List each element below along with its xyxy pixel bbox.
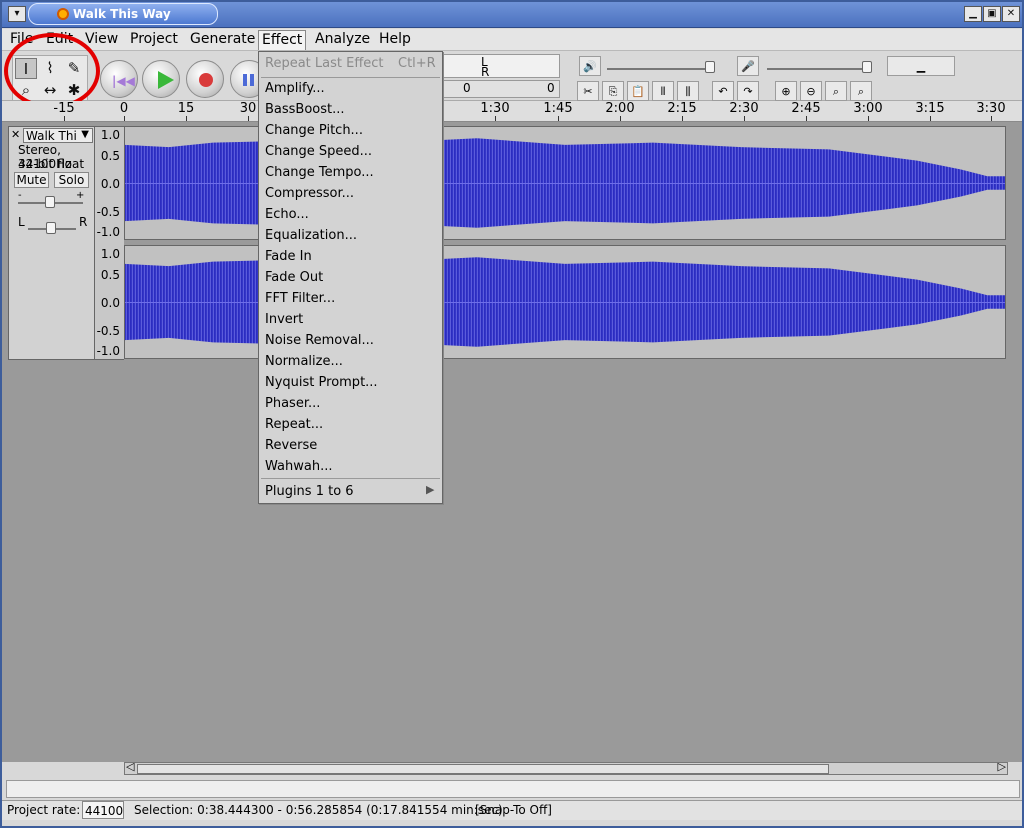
effect-dropdown-menu: Repeat Last Effect Ctl+R Amplify... Bass… bbox=[258, 51, 443, 504]
menu-item-phaser[interactable]: Phaser... bbox=[265, 394, 320, 414]
output-volume-thumb[interactable] bbox=[705, 61, 715, 73]
timeline-ruler[interactable]: -15 0 15 30 1:30 1:45 2:00 2:15 2:30 2:4… bbox=[2, 101, 1022, 122]
menu-item-amplify[interactable]: Amplify... bbox=[265, 79, 325, 99]
zoom-in-icon[interactable]: ⊕ bbox=[775, 81, 797, 101]
menu-item-noise-removal[interactable]: Noise Removal... bbox=[265, 331, 374, 351]
menu-item-fade-out[interactable]: Fade Out bbox=[265, 268, 323, 288]
menu-item-wahwah[interactable]: Wahwah... bbox=[265, 457, 332, 477]
status-bar: Project rate: 44100 Selection: 0:38.4443… bbox=[2, 800, 1022, 820]
menu-analyze[interactable]: Analyze bbox=[312, 30, 373, 50]
menu-item-compressor[interactable]: Compressor... bbox=[265, 184, 354, 204]
maximize-button[interactable]: ▣ bbox=[983, 6, 1001, 22]
scroll-thumb[interactable] bbox=[137, 764, 829, 774]
level-meter: L R bbox=[442, 54, 560, 79]
pan-right-label: R bbox=[79, 215, 88, 229]
message-bar bbox=[6, 780, 1020, 798]
input-source-select[interactable]: ▁ bbox=[887, 56, 955, 76]
scroll-right-icon[interactable]: ▷ bbox=[998, 760, 1006, 773]
menu-item-invert[interactable]: Invert bbox=[265, 310, 303, 330]
title-bar: ▾ Walk This Way ▁ ▣ ✕ bbox=[2, 2, 1022, 28]
record-button[interactable] bbox=[186, 60, 224, 98]
amplitude-scale: 1.0 0.5 0.0 -0.5 -1.0 1.0 0.5 0.0 -0.5 -… bbox=[95, 126, 124, 360]
minimize-button[interactable]: ▁ bbox=[964, 6, 982, 22]
submenu-arrow-icon: ▶ bbox=[426, 483, 435, 496]
play-icon bbox=[158, 71, 174, 89]
menu-item-plugins-1-to-6[interactable]: Plugins 1 to 6 bbox=[265, 482, 354, 502]
paste-icon[interactable]: 📋 bbox=[627, 81, 649, 101]
window-title: Walk This Way bbox=[28, 3, 218, 25]
menu-item-normalize[interactable]: Normalize... bbox=[265, 352, 343, 372]
tools-highlight-circle bbox=[4, 33, 100, 109]
gain-thumb[interactable] bbox=[45, 196, 55, 208]
project-rate-field[interactable]: 44100 bbox=[82, 801, 124, 819]
menu-project[interactable]: Project bbox=[127, 30, 181, 50]
input-volume-thumb[interactable] bbox=[862, 61, 872, 73]
meter-right-marker: R bbox=[481, 65, 490, 79]
horizontal-scrollbar[interactable]: ◁ ▷ bbox=[124, 760, 1008, 775]
mute-button[interactable]: Mute bbox=[14, 172, 49, 188]
pan-left-label: L bbox=[18, 215, 25, 229]
undo-icon[interactable]: ↶ bbox=[712, 81, 734, 101]
meter-value-left: 0 bbox=[463, 81, 471, 95]
redo-icon[interactable]: ↷ bbox=[737, 81, 759, 101]
pan-thumb[interactable] bbox=[46, 222, 56, 234]
fit-project-icon[interactable]: ⌕ bbox=[850, 81, 872, 101]
track-bitdepth: 32-bit float bbox=[18, 157, 85, 171]
menu-item-change-pitch[interactable]: Change Pitch... bbox=[265, 121, 363, 141]
silence-icon[interactable]: ⫼ bbox=[677, 81, 699, 101]
play-button[interactable] bbox=[142, 60, 180, 98]
menu-item-fft-filter[interactable]: FFT Filter... bbox=[265, 289, 335, 309]
skip-start-button[interactable]: |◀◀ bbox=[100, 60, 138, 98]
speaker-icon[interactable]: 🔊 bbox=[579, 56, 601, 76]
waveform-channel-left[interactable] bbox=[124, 126, 1006, 240]
menu-item-change-speed[interactable]: Change Speed... bbox=[265, 142, 372, 162]
input-volume-slider[interactable] bbox=[767, 68, 863, 70]
project-rate-label: Project rate: bbox=[7, 803, 81, 817]
menu-item-reverse[interactable]: Reverse bbox=[265, 436, 317, 456]
menu-item-repeat-last-effect: Repeat Last Effect bbox=[265, 56, 384, 71]
window-menu-button[interactable]: ▾ bbox=[8, 6, 26, 22]
output-volume-slider[interactable] bbox=[607, 68, 709, 70]
track-name-menu[interactable]: Walk Thi ▼ bbox=[23, 128, 93, 143]
menu-item-nyquist-prompt[interactable]: Nyquist Prompt... bbox=[265, 373, 378, 393]
menu-generate[interactable]: Generate bbox=[187, 30, 258, 50]
snap-status: [Snap-To Off] bbox=[475, 803, 552, 817]
solo-button[interactable]: Solo bbox=[54, 172, 89, 188]
scroll-left-icon[interactable]: ◁ bbox=[126, 760, 134, 773]
menu-item-equalization[interactable]: Equalization... bbox=[265, 226, 357, 246]
skip-start-icon: |◀◀ bbox=[112, 74, 135, 88]
menu-item-echo[interactable]: Echo... bbox=[265, 205, 309, 225]
trim-icon[interactable]: ⫴ bbox=[652, 81, 674, 101]
audacity-icon bbox=[57, 8, 69, 20]
waveform-channel-right[interactable] bbox=[124, 245, 1006, 359]
copy-icon[interactable]: ⎘ bbox=[602, 81, 624, 101]
audacity-window: ▾ Walk This Way ▁ ▣ ✕ File Edit View Pro… bbox=[0, 0, 1024, 828]
menu-item-repeat[interactable]: Repeat... bbox=[265, 415, 323, 435]
track-close-icon[interactable]: ✕ bbox=[11, 128, 20, 141]
meter-values: 0 0 bbox=[442, 80, 560, 98]
menu-separator bbox=[261, 77, 440, 78]
menu-separator bbox=[261, 478, 440, 479]
microphone-icon[interactable]: 🎤 bbox=[737, 56, 759, 76]
meter-value-right: 0 bbox=[547, 81, 555, 95]
close-button[interactable]: ✕ bbox=[1002, 6, 1020, 22]
menu-item-change-tempo[interactable]: Change Tempo... bbox=[265, 163, 374, 183]
menu-effect[interactable]: Effect bbox=[258, 30, 307, 50]
record-icon bbox=[199, 73, 213, 87]
menu-bar: File Edit View Project Generate Effect A… bbox=[2, 29, 1022, 51]
repeat-shortcut: Ctl+R bbox=[398, 56, 436, 71]
cut-icon[interactable]: ✂ bbox=[577, 81, 599, 101]
gain-plus-label: + bbox=[76, 190, 85, 201]
fit-selection-icon[interactable]: ⌕ bbox=[825, 81, 847, 101]
selection-status: Selection: 0:38.444300 - 0:56.285854 (0:… bbox=[134, 803, 503, 817]
menu-item-bassboost[interactable]: BassBoost... bbox=[265, 100, 345, 120]
menu-help[interactable]: Help bbox=[376, 30, 414, 50]
chevron-down-icon: ▼ bbox=[81, 129, 89, 140]
pause-icon bbox=[243, 74, 247, 86]
menu-item-fade-in[interactable]: Fade In bbox=[265, 247, 312, 267]
gain-minus-label: - bbox=[18, 190, 22, 201]
track-control-panel: ✕ Walk Thi ▼ Stereo, 44100Hz 32-bit floa… bbox=[8, 126, 95, 360]
zoom-out-icon[interactable]: ⊖ bbox=[800, 81, 822, 101]
